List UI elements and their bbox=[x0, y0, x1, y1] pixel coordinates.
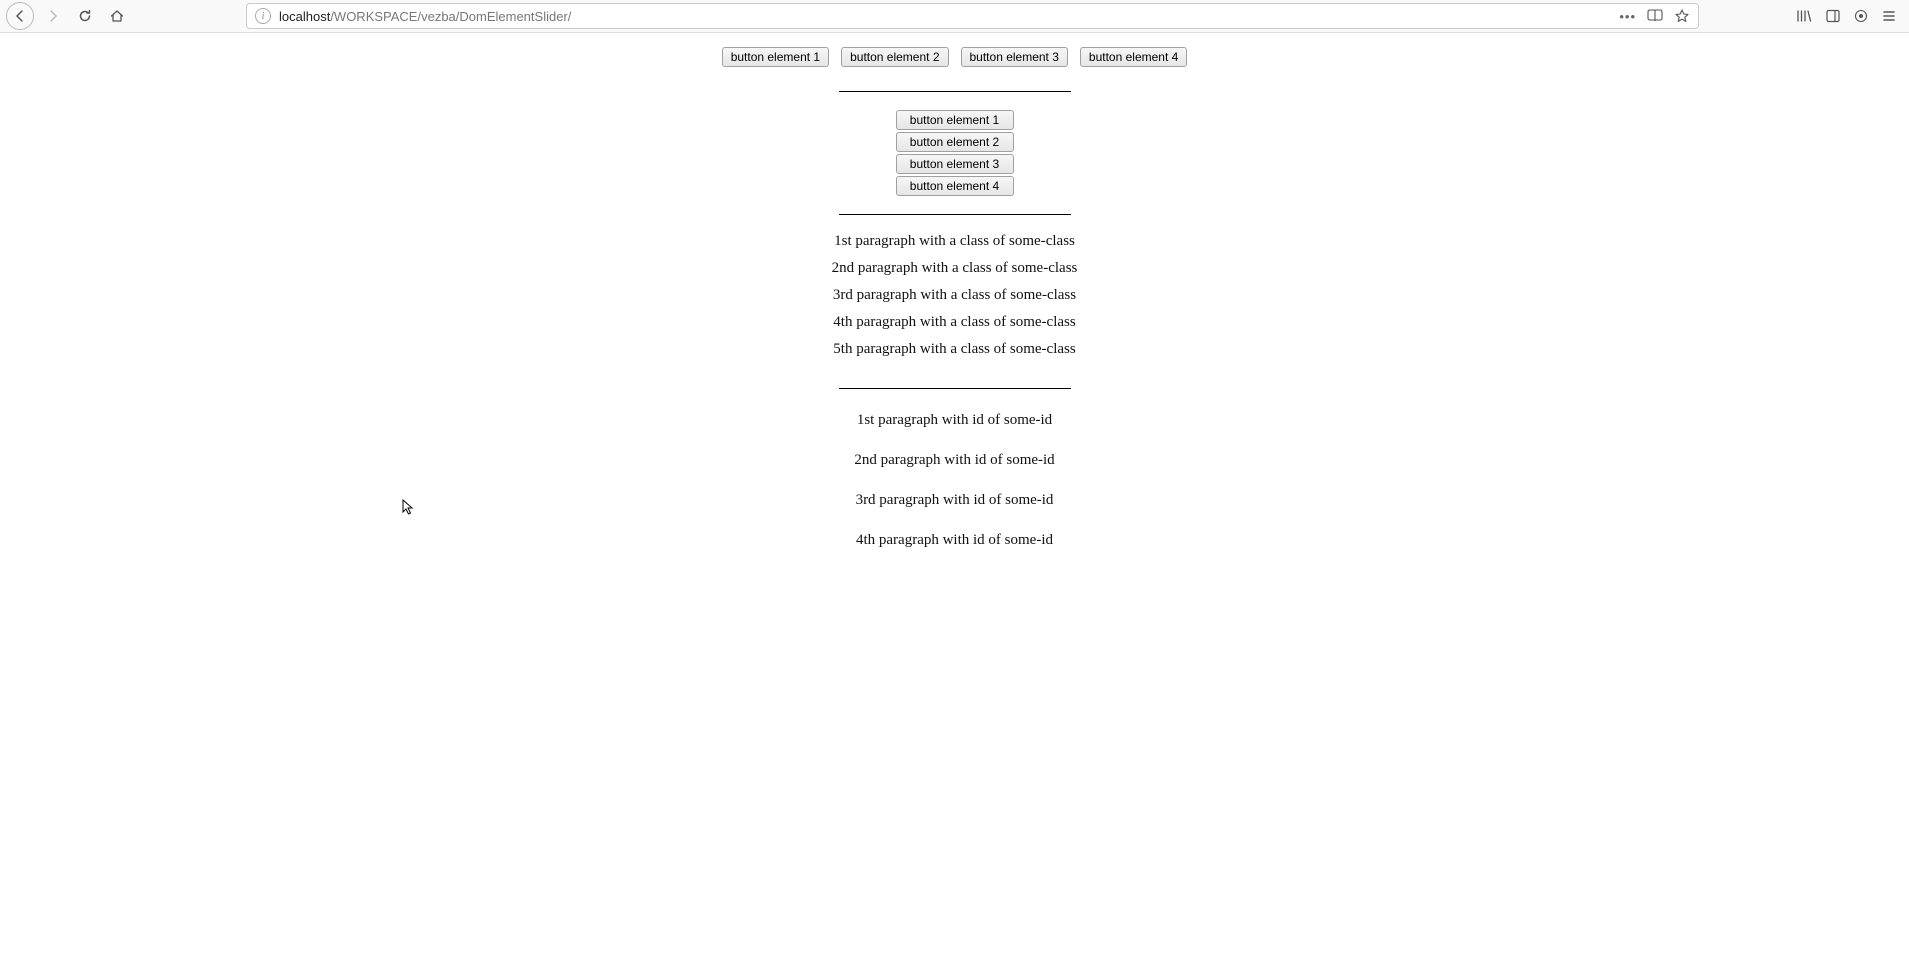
id-paragraphs-block: 1st paragraph with id of some-id 2nd par… bbox=[0, 412, 1909, 549]
hamburger-menu-icon[interactable] bbox=[1881, 8, 1897, 24]
button-element-4-vertical[interactable]: button element 4 bbox=[896, 176, 1014, 196]
button-element-3-horizontal[interactable]: button element 3 bbox=[961, 47, 1068, 67]
id-paragraph-2: 2nd paragraph with id of some-id bbox=[0, 452, 1909, 469]
button-element-3-vertical[interactable]: button element 3 bbox=[896, 154, 1014, 174]
reload-button[interactable] bbox=[72, 3, 98, 29]
back-button[interactable] bbox=[6, 2, 34, 30]
home-button[interactable] bbox=[104, 3, 130, 29]
library-icon[interactable] bbox=[1795, 8, 1813, 24]
button-element-2-horizontal[interactable]: button element 2 bbox=[841, 47, 948, 67]
url-text: localhost/WORKSPACE/vezba/DomElementSlid… bbox=[279, 9, 571, 24]
class-paragraph-3: 3rd paragraph with a class of some-class bbox=[0, 287, 1909, 304]
info-icon[interactable]: i bbox=[255, 8, 271, 24]
separator-3 bbox=[839, 388, 1071, 389]
url-host: localhost bbox=[279, 9, 330, 24]
id-paragraph-1: 1st paragraph with id of some-id bbox=[0, 412, 1909, 429]
bookmark-star-icon[interactable] bbox=[1674, 8, 1690, 24]
button-element-1-horizontal[interactable]: button element 1 bbox=[722, 47, 829, 67]
extension-icon[interactable] bbox=[1853, 8, 1869, 24]
class-paragraph-4: 4th paragraph with a class of some-class bbox=[0, 314, 1909, 331]
separator-2 bbox=[839, 214, 1071, 215]
id-paragraph-4: 4th paragraph with id of some-id bbox=[0, 532, 1909, 549]
class-paragraph-1: 1st paragraph with a class of some-class bbox=[0, 233, 1909, 250]
more-icon[interactable]: ••• bbox=[1619, 9, 1636, 24]
button-element-4-horizontal[interactable]: button element 4 bbox=[1080, 47, 1187, 67]
address-bar[interactable]: i localhost/WORKSPACE/vezba/DomElementSl… bbox=[246, 3, 1699, 29]
id-paragraph-3: 3rd paragraph with id of some-id bbox=[0, 492, 1909, 509]
browser-toolbar: i localhost/WORKSPACE/vezba/DomElementSl… bbox=[0, 0, 1909, 33]
page-content: button element 1 button element 2 button… bbox=[0, 33, 1909, 549]
class-paragraph-2: 2nd paragraph with a class of some-class bbox=[0, 260, 1909, 277]
class-paragraphs-block: 1st paragraph with a class of some-class… bbox=[0, 233, 1909, 358]
button-row-horizontal: button element 1 button element 2 button… bbox=[722, 41, 1188, 73]
separator-1 bbox=[839, 91, 1071, 92]
button-element-1-vertical[interactable]: button element 1 bbox=[896, 110, 1014, 130]
button-column-vertical: button element 1 button element 2 button… bbox=[0, 110, 1909, 196]
reader-icon[interactable] bbox=[1646, 8, 1664, 24]
url-path: /WORKSPACE/vezba/DomElementSlider/ bbox=[330, 9, 571, 24]
sidebar-icon[interactable] bbox=[1825, 8, 1841, 24]
forward-button[interactable] bbox=[40, 3, 66, 29]
class-paragraph-5: 5th paragraph with a class of some-class bbox=[0, 341, 1909, 358]
button-element-2-vertical[interactable]: button element 2 bbox=[896, 132, 1014, 152]
